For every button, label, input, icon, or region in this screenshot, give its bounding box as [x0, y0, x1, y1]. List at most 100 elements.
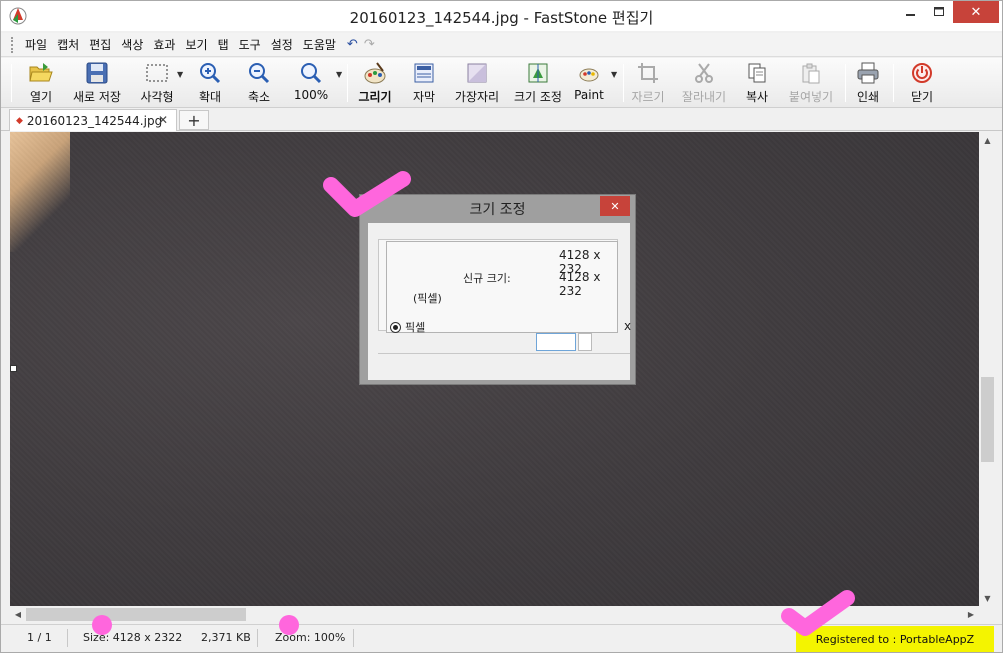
vertical-scrollbar[interactable]: ▲ ▼ [979, 132, 996, 606]
resize-button[interactable]: 크기 조정 [511, 60, 565, 106]
toolbar-separator [893, 64, 894, 102]
maximize-icon [934, 7, 944, 16]
copy-icon [748, 63, 766, 83]
checkmark-annotation-icon [323, 171, 411, 217]
crop-icon [638, 63, 658, 83]
radio-selected-icon [390, 321, 401, 333]
copy-label: 복사 [745, 90, 769, 104]
caption-label: 자막 [412, 90, 436, 104]
maximize-button[interactable] [925, 1, 953, 23]
scroll-left-icon[interactable]: ◀ [10, 606, 26, 623]
horizontal-scroll-thumb[interactable] [26, 608, 246, 621]
resize-label: 크기 조정 [514, 90, 562, 104]
redo-icon[interactable]: ↷ [364, 37, 375, 52]
paint-dropdown-icon[interactable]: ▼ [611, 70, 617, 79]
paint-icon [579, 68, 599, 82]
close-icon: ✕ [970, 4, 982, 20]
print-label: 인쇄 [856, 90, 880, 104]
edge-icon [467, 63, 487, 83]
undo-icon[interactable]: ↶ [347, 37, 358, 52]
window-title: 20160123_142544.jpg - FastStone 편집기 [349, 9, 654, 27]
width-input[interactable] [536, 333, 576, 351]
status-divider [257, 629, 258, 647]
toolbar-separator [845, 64, 846, 102]
zoom-dropdown-icon[interactable]: ▼ [336, 70, 342, 79]
pixel-radio[interactable]: 픽셀 [390, 319, 425, 335]
crop-button[interactable]: 자르기 [630, 60, 666, 106]
close-editor-label: 닫기 [910, 90, 934, 104]
menu-capture[interactable]: 캡처 [52, 36, 84, 53]
menu-settings[interactable]: 설정 [266, 36, 298, 53]
resize-handle[interactable] [10, 365, 17, 372]
zoom-100-button[interactable]: 100% [291, 60, 331, 106]
draw-button[interactable]: 그리기 [355, 60, 395, 106]
menu-bar: 파일 캡처 편집 색상 효과 보기 탭 도구 설정 도움말 ↶ ↷ [1, 33, 1002, 57]
app-window: 20160123_142544.jpg - FastStone 편집기 ✕ 파일… [0, 0, 1003, 653]
open-button[interactable]: 열기 [23, 60, 59, 106]
cut-button[interactable]: 잘라내기 [678, 60, 730, 106]
caption-button[interactable]: 자막 [409, 60, 439, 106]
cut-label: 잘라내기 [681, 90, 727, 104]
rectangle-dropdown-icon[interactable]: ▼ [177, 70, 183, 79]
document-tab-bar: ◆ 20160123_142544.jpg ✕ + [1, 109, 1002, 131]
draw-palette-icon [364, 62, 386, 84]
zoom-out-button[interactable]: 축소 [244, 60, 274, 106]
menu-color[interactable]: 색상 [116, 36, 148, 53]
dialog-lower-section [378, 353, 630, 379]
menu-effect[interactable]: 효과 [148, 36, 180, 53]
power-icon [912, 63, 932, 83]
dialog-close-button[interactable]: ✕ [600, 196, 630, 216]
title-bar: 20160123_142544.jpg - FastStone 편집기 ✕ [1, 1, 1002, 31]
save-disk-icon [86, 62, 108, 84]
dot-annotation-icon [92, 615, 112, 635]
scissors-icon [695, 63, 713, 83]
zoom-in-label: 확대 [198, 90, 222, 104]
copy-button[interactable]: 복사 [742, 60, 772, 106]
zoom-out-icon [249, 63, 270, 84]
menu-tools[interactable]: 도구 [234, 36, 266, 53]
rectangle-select-button[interactable]: 사각형 [135, 60, 179, 106]
menu-file[interactable]: 파일 [20, 36, 52, 53]
scroll-up-icon[interactable]: ▲ [979, 132, 996, 148]
print-button[interactable]: 인쇄 [853, 60, 883, 106]
zoom-100-label: 100% [293, 88, 329, 102]
close-icon: ✕ [610, 199, 620, 213]
paste-button[interactable]: 붙여넣기 [785, 60, 837, 106]
resize-icon [528, 63, 548, 83]
menu-view[interactable]: 보기 [180, 36, 212, 53]
close-window-button[interactable]: ✕ [953, 1, 999, 23]
paste-icon [802, 63, 820, 84]
minimize-button[interactable] [897, 1, 925, 23]
tab-document-label: 20160123_142544.jpg [26, 113, 163, 128]
new-tab-button[interactable]: + [179, 110, 209, 130]
scroll-down-icon[interactable]: ▼ [979, 590, 996, 606]
tab-document[interactable]: ◆ 20160123_142544.jpg ✕ [9, 109, 177, 131]
height-input[interactable] [578, 333, 592, 351]
edge-button[interactable]: 가장자리 [451, 60, 503, 106]
plus-icon: + [187, 110, 201, 130]
vertical-scroll-thumb[interactable] [981, 377, 994, 462]
scroll-right-icon[interactable]: ▶ [963, 606, 979, 623]
paint-label: Paint [574, 88, 604, 102]
dot-annotation-icon [279, 615, 299, 635]
dialog-body: 4128 x 232 신규 크기: 4128 x 232 (픽셀) 픽셀 x [368, 223, 631, 380]
minimize-icon [906, 14, 915, 16]
checkmark-annotation-icon [781, 590, 855, 636]
open-label: 열기 [29, 90, 53, 104]
printer-icon [857, 62, 879, 84]
toolbar-grip [11, 64, 12, 102]
document-marker-icon: ◆ [16, 115, 23, 126]
paint-button[interactable]: Paint [572, 60, 606, 106]
paste-label: 붙여넣기 [788, 90, 834, 104]
rectangle-select-icon [146, 64, 168, 82]
close-editor-button[interactable]: 닫기 [907, 60, 937, 106]
new-size-value: 4128 x 232 [559, 270, 601, 298]
save-as-button[interactable]: 새로 저장 [67, 60, 127, 106]
menu-edit[interactable]: 편집 [84, 36, 116, 53]
menu-help[interactable]: 도움말 [298, 36, 341, 53]
tab-close-icon[interactable]: ✕ [158, 113, 168, 127]
status-divider [67, 629, 68, 647]
menu-tab[interactable]: 탭 [213, 36, 234, 53]
zoom-in-button[interactable]: 확대 [195, 60, 225, 106]
zoom-out-label: 축소 [247, 90, 271, 104]
